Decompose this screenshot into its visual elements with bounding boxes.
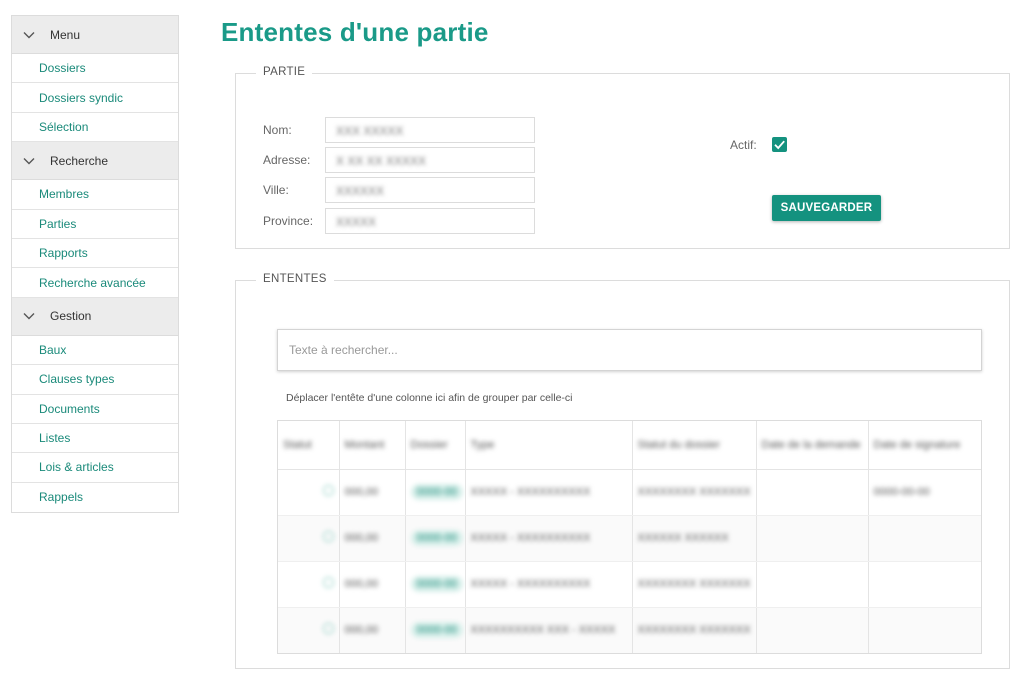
table-row[interactable]: 000,00 0000-00 XXXXX - XXXXXXXXXX XXXXXX… [278, 515, 981, 562]
sidebar-section-label: Menu [50, 27, 81, 42]
ententes-legend: ENTENTES [256, 273, 334, 285]
sidebar-section-gestion[interactable]: Gestion [12, 297, 178, 336]
table-row[interactable]: 000,00 0000-00 XXXXX - XXXXXXXXXX XXXXXX… [278, 561, 981, 608]
status-icon [322, 577, 334, 588]
actif-checkbox[interactable] [772, 137, 787, 152]
column-header-dossier[interactable]: Dossier [405, 421, 466, 470]
province-field[interactable]: XXXXX [325, 208, 535, 234]
sidebar-item-parties[interactable]: Parties [12, 210, 178, 239]
sidebar-item-membres[interactable]: Membres [12, 180, 178, 210]
page-title: Ententes d'une partie [221, 17, 489, 47]
sidebar-item-dossiers-syndic[interactable]: Dossiers syndic [12, 83, 178, 113]
province-value: XXXXX [336, 215, 377, 229]
sidebar-item-lois-articles[interactable]: Lois & articles [12, 453, 178, 483]
column-header-statut[interactable]: Statut [278, 421, 340, 470]
column-header-type[interactable]: Type [465, 421, 633, 470]
nom-label: Nom: [263, 123, 292, 137]
column-header-date-signature[interactable]: Date de signature [868, 421, 981, 470]
sidebar-item-dossiers[interactable]: Dossiers [12, 54, 178, 84]
ville-value: XXXXXX [336, 184, 385, 198]
adresse-label: Adresse: [263, 153, 311, 167]
sidebar-section-label: Gestion [50, 309, 92, 324]
status-icon [322, 485, 334, 496]
ville-field[interactable]: XXXXXX [325, 177, 535, 203]
actif-label: Actif: [730, 138, 757, 152]
nom-value: XXX XXXXX [336, 124, 404, 138]
chevron-down-icon [22, 154, 36, 168]
group-hint: Déplacer l'entête d'une colonne ici afin… [286, 392, 573, 404]
ville-label: Ville: [263, 183, 289, 197]
sidebar-section-recherche[interactable]: Recherche [12, 142, 178, 181]
sidebar-item-documents[interactable]: Documents [12, 395, 178, 424]
table-row[interactable]: 000,00 0000-00 XXXXXXXXXX XXX - XXXXX XX… [278, 607, 981, 653]
sidebar: Menu Dossiers Dossiers syndic Sélection … [11, 15, 179, 514]
status-icon [322, 531, 334, 542]
adresse-value: X XX XX XXXXX [336, 154, 427, 168]
sidebar-item-rappels[interactable]: Rappels [12, 483, 178, 512]
chevron-down-icon [22, 28, 36, 42]
column-header-montant[interactable]: Montant [339, 421, 406, 470]
check-icon [774, 140, 785, 150]
status-icon [322, 623, 334, 634]
table-row[interactable]: 000,00 0000-00 XXXXX - XXXXXXXXXX XXXXXX… [278, 469, 981, 516]
column-header-statut-dossier[interactable]: Statut du dossier [632, 421, 757, 470]
chevron-down-icon [22, 309, 36, 323]
search-input[interactable]: Texte à rechercher... [277, 329, 982, 371]
ententes-grid: Statut Montant Dossier Type Statut du do… [277, 420, 982, 654]
adresse-field[interactable]: X XX XX XXXXX [325, 147, 535, 173]
save-button[interactable]: SAUVEGARDER [772, 195, 881, 221]
sidebar-item-listes[interactable]: Listes [12, 424, 178, 454]
province-label: Province: [263, 214, 314, 228]
sidebar-item-selection[interactable]: Sélection [12, 113, 178, 143]
sidebar-item-rapports[interactable]: Rapports [12, 239, 178, 269]
nom-field[interactable]: XXX XXXXX [325, 117, 535, 143]
sidebar-item-baux[interactable]: Baux [12, 336, 178, 366]
sidebar-item-recherche-avancee[interactable]: Recherche avancée [12, 268, 178, 298]
sidebar-item-clauses-types[interactable]: Clauses types [12, 365, 178, 395]
sidebar-section-menu[interactable]: Menu [12, 16, 178, 54]
sidebar-section-label: Recherche [50, 153, 109, 168]
column-header-date-demande[interactable]: Date de la demande [756, 421, 869, 470]
partie-legend: PARTIE [256, 66, 313, 78]
